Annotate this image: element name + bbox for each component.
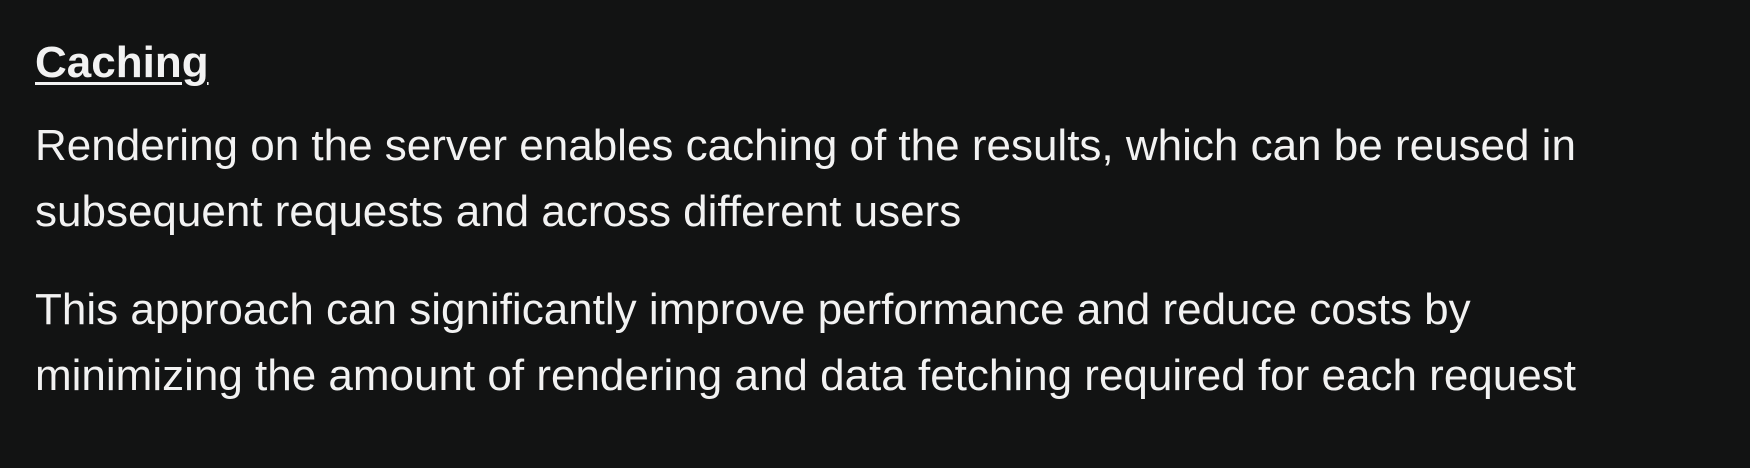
paragraph-caching-results: Rendering on the server enables caching … xyxy=(35,113,1716,245)
slide-content: Caching Rendering on the server enables … xyxy=(0,0,1750,468)
paragraph-line: minimizing the amount of rendering and d… xyxy=(35,351,1576,400)
section-heading: Caching xyxy=(35,38,209,87)
paragraph-performance-benefits: This approach can significantly improve … xyxy=(35,277,1716,409)
paragraph-line: This approach can significantly improve … xyxy=(35,285,1471,334)
paragraph-line: subsequent requests and across different… xyxy=(35,187,962,236)
paragraph-line: Rendering on the server enables caching … xyxy=(35,121,1576,170)
